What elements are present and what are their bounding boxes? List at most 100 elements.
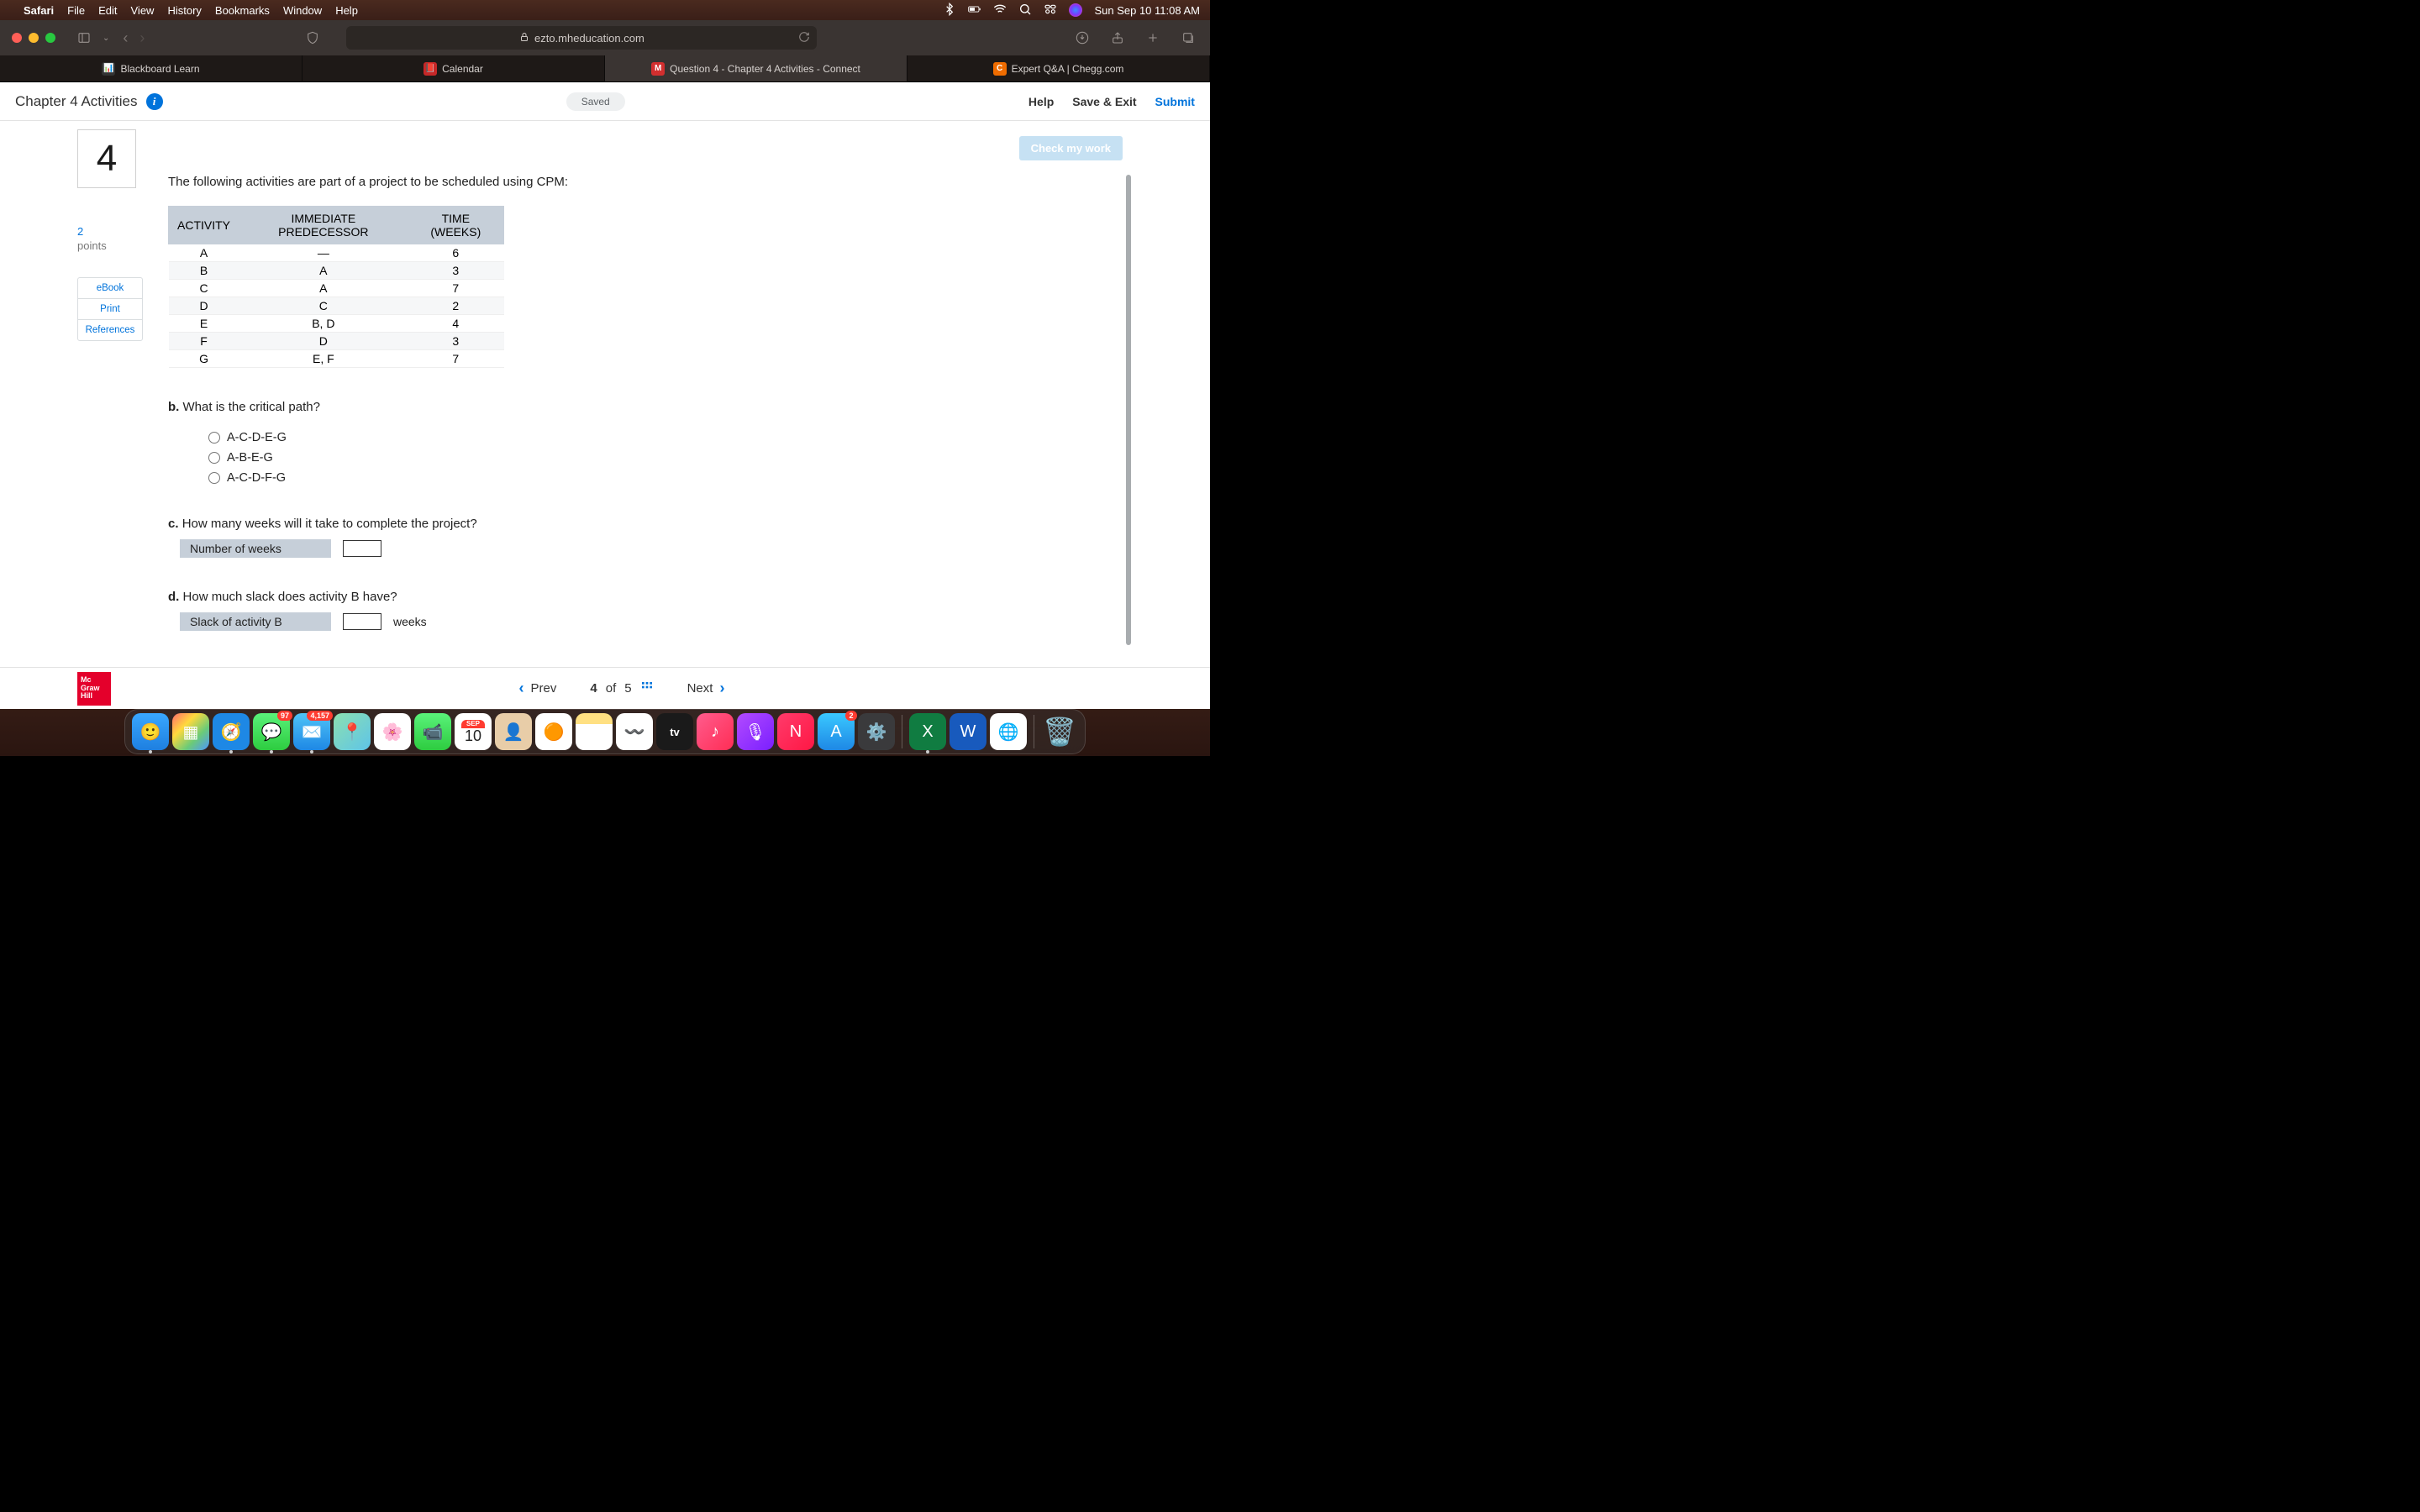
chevron-right-icon: › bbox=[719, 680, 724, 697]
tab-group-chevron-icon[interactable]: ⌄ bbox=[103, 34, 109, 43]
dock-chrome-icon[interactable]: 🌐 bbox=[990, 713, 1027, 750]
url-bar[interactable]: ezto.mheducation.com bbox=[346, 26, 817, 50]
page-current: 4 bbox=[590, 681, 597, 696]
siri-icon[interactable] bbox=[1069, 3, 1082, 17]
control-center-icon[interactable] bbox=[1044, 3, 1057, 18]
slack-label: Slack of activity B bbox=[180, 612, 331, 631]
menu-bookmarks[interactable]: Bookmarks bbox=[215, 4, 270, 17]
saved-status: Saved bbox=[566, 92, 625, 111]
search-icon[interactable] bbox=[1018, 3, 1032, 18]
save-exit-link[interactable]: Save & Exit bbox=[1072, 95, 1136, 108]
tab-label: Expert Q&A | Chegg.com bbox=[1012, 63, 1124, 75]
radio-option[interactable]: A-C-D-E-G bbox=[208, 431, 1123, 444]
app-name[interactable]: Safari bbox=[24, 4, 54, 17]
weeks-input[interactable] bbox=[343, 540, 381, 557]
dock-safari-icon[interactable]: 🧭 bbox=[213, 713, 250, 750]
dock-finder-icon[interactable]: 🙂 bbox=[132, 713, 169, 750]
dock-notes-icon[interactable] bbox=[576, 713, 613, 750]
radio-input[interactable] bbox=[208, 472, 220, 484]
dock-photos-icon[interactable]: 🌸 bbox=[374, 713, 411, 750]
share-icon[interactable] bbox=[1107, 28, 1128, 48]
lock-icon bbox=[519, 32, 529, 45]
privacy-shield-icon[interactable] bbox=[302, 28, 323, 48]
new-tab-icon[interactable] bbox=[1143, 28, 1163, 48]
tab-calendar[interactable]: 📕 Calendar bbox=[302, 55, 605, 81]
content-scrollbar[interactable] bbox=[1126, 175, 1131, 645]
radio-input[interactable] bbox=[208, 432, 220, 444]
slack-input[interactable] bbox=[343, 613, 381, 630]
dock-freeform-icon[interactable]: 〰️ bbox=[616, 713, 653, 750]
navigator-grid-icon[interactable] bbox=[640, 680, 654, 697]
dock-launchpad-icon[interactable]: ▦ bbox=[172, 713, 209, 750]
help-link[interactable]: Help bbox=[1028, 95, 1054, 108]
menu-file[interactable]: File bbox=[67, 4, 85, 17]
tab-blackboard[interactable]: 📊 Blackboard Learn bbox=[0, 55, 302, 81]
dock-maps-icon[interactable]: 📍 bbox=[334, 713, 371, 750]
dock-reminders-icon[interactable]: 🟠 bbox=[535, 713, 572, 750]
dock-contacts-icon[interactable]: 👤 bbox=[495, 713, 532, 750]
dock-excel-icon[interactable]: X bbox=[909, 713, 946, 750]
part-b: b. What is the critical path? A-C-D-E-GA… bbox=[168, 400, 1123, 485]
table-row: BA3 bbox=[169, 262, 504, 280]
radio-input[interactable] bbox=[208, 452, 220, 464]
print-link[interactable]: Print bbox=[78, 299, 142, 320]
dock-mail-icon[interactable]: ✉️4,157 bbox=[293, 713, 330, 750]
menu-window[interactable]: Window bbox=[283, 4, 322, 17]
next-button[interactable]: Next › bbox=[687, 680, 725, 697]
menubar-clock[interactable]: Sun Sep 10 11:08 AM bbox=[1094, 4, 1200, 17]
ebook-link[interactable]: eBook bbox=[78, 278, 142, 299]
dock-preferences-icon[interactable]: ⚙️ bbox=[858, 713, 895, 750]
references-link[interactable]: References bbox=[78, 320, 142, 340]
window-controls[interactable] bbox=[12, 33, 55, 43]
col-activity: ACTIVITY bbox=[169, 207, 239, 244]
tab-chegg[interactable]: C Expert Q&A | Chegg.com bbox=[908, 55, 1210, 81]
dock-news-icon[interactable]: N bbox=[777, 713, 814, 750]
menu-view[interactable]: View bbox=[131, 4, 155, 17]
dock-messages-icon[interactable]: 💬97 bbox=[253, 713, 290, 750]
col-predecessor: IMMEDIATE PREDECESSOR bbox=[239, 207, 408, 244]
col-time: TIME (WEEKS) bbox=[408, 207, 503, 244]
macos-menubar: Safari File Edit View History Bookmarks … bbox=[0, 0, 1210, 20]
trash-icon[interactable]: 🗑️ bbox=[1041, 713, 1078, 750]
mcgraw-hill-logo: Mc Graw Hill bbox=[77, 672, 111, 706]
running-indicator-icon bbox=[229, 750, 233, 753]
minimize-window-icon[interactable] bbox=[29, 33, 39, 43]
favicon-chegg-icon: C bbox=[993, 62, 1007, 76]
radio-option[interactable]: A-B-E-G bbox=[208, 451, 1123, 465]
menu-history[interactable]: History bbox=[167, 4, 201, 17]
bluetooth-icon[interactable] bbox=[943, 3, 956, 18]
wifi-icon[interactable] bbox=[993, 3, 1007, 18]
dock-music-icon[interactable]: ♪ bbox=[697, 713, 734, 750]
dock-word-icon[interactable]: W bbox=[950, 713, 986, 750]
dock-calendar-icon[interactable]: SEP10 bbox=[455, 713, 492, 750]
dock-appletv-icon[interactable]: tv bbox=[656, 713, 693, 750]
question-intro: The following activities are part of a p… bbox=[168, 175, 1123, 189]
tab-label: Blackboard Learn bbox=[120, 63, 199, 75]
downloads-icon[interactable] bbox=[1072, 28, 1092, 48]
close-window-icon[interactable] bbox=[12, 33, 22, 43]
tab-row: 📊 Blackboard Learn 📕 Calendar M Question… bbox=[0, 55, 1210, 82]
chevron-left-icon: ‹ bbox=[519, 680, 524, 697]
dock-appstore-icon[interactable]: A2 bbox=[818, 713, 855, 750]
tab-label: Question 4 - Chapter 4 Activities - Conn… bbox=[670, 63, 860, 75]
back-button[interactable]: ‹ bbox=[123, 29, 128, 47]
favicon-blackboard-icon: 📊 bbox=[102, 62, 115, 76]
macos-dock: 🙂▦🧭💬97✉️4,157📍🌸📹SEP10👤🟠 〰️tv♪🎙NA2⚙️ XW🌐 🗑… bbox=[0, 709, 1210, 756]
menu-help[interactable]: Help bbox=[335, 4, 358, 17]
info-icon[interactable]: i bbox=[146, 93, 163, 110]
menu-edit[interactable]: Edit bbox=[98, 4, 117, 17]
submit-link[interactable]: Submit bbox=[1155, 95, 1195, 108]
prev-button[interactable]: ‹ Prev bbox=[519, 680, 557, 697]
tab-overview-icon[interactable] bbox=[1178, 28, 1198, 48]
reload-icon[interactable] bbox=[798, 31, 810, 45]
battery-icon[interactable] bbox=[968, 3, 981, 18]
radio-option[interactable]: A-C-D-F-G bbox=[208, 471, 1123, 485]
table-row: GE, F7 bbox=[169, 350, 504, 368]
sidebar-toggle-icon[interactable] bbox=[74, 28, 94, 48]
forward-button[interactable]: › bbox=[139, 29, 145, 47]
running-indicator-icon bbox=[270, 750, 273, 753]
tab-connect[interactable]: M Question 4 - Chapter 4 Activities - Co… bbox=[605, 55, 908, 81]
dock-podcasts-icon[interactable]: 🎙 bbox=[737, 713, 774, 750]
fullscreen-window-icon[interactable] bbox=[45, 33, 55, 43]
dock-facetime-icon[interactable]: 📹 bbox=[414, 713, 451, 750]
